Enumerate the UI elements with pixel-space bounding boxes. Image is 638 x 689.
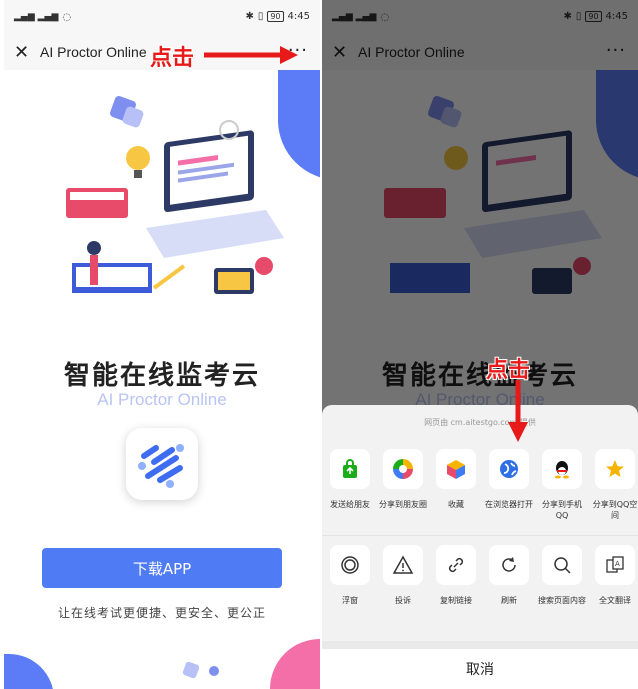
share-item-box bbox=[489, 545, 529, 585]
headline: 智能在线监考云 bbox=[63, 361, 260, 391]
share-item-open-in-browser[interactable]: 在浏览器打开 bbox=[483, 449, 535, 510]
clock: 4:45 bbox=[287, 11, 310, 22]
left-phone-screen: ▂▄▆ ▂▄▆ ◌ ✱ ▯ 90 4:45 ✕ AI Proctor Onlin… bbox=[4, 0, 320, 689]
favorite-cube-icon bbox=[447, 460, 465, 479]
close-icon[interactable]: ✕ bbox=[14, 42, 34, 63]
browser-icon bbox=[500, 460, 518, 478]
share-item-box bbox=[436, 545, 476, 585]
share-item-box bbox=[489, 449, 529, 489]
share-item-box bbox=[330, 449, 370, 489]
share-row-primary: 发送给朋友 分享到朋友圈 收藏 在浏览器打开 分享到手机QQ 分享到QQ空间 bbox=[322, 449, 638, 529]
share-item-box bbox=[542, 449, 582, 489]
qq-icon bbox=[555, 461, 569, 479]
cancel-button[interactable]: 取消 bbox=[322, 649, 638, 689]
share-item-box: A bbox=[595, 545, 635, 585]
share-item-translate[interactable]: A 全文翻译 bbox=[589, 545, 638, 606]
search-icon bbox=[554, 557, 571, 574]
decor-cubes bbox=[182, 661, 219, 679]
sheet-source-hint: 网页由 cm.aitestgo.com 提供 bbox=[424, 418, 536, 427]
share-item-box bbox=[542, 545, 582, 585]
wechat-bag-icon bbox=[343, 459, 357, 478]
right-phone-screen: ▂▄▆ ▂▄▆ ◌ ✱ ▯ 90 4:45 ✕ AI Proctor Onlin… bbox=[322, 0, 638, 689]
share-item-box bbox=[330, 545, 370, 585]
share-item-label: 全文翻译 bbox=[599, 596, 631, 605]
share-item-label: 发送给朋友 bbox=[330, 500, 370, 509]
row-divider bbox=[322, 535, 638, 536]
share-row-secondary: 浮窗 投诉 复制链接 刷新 搜索页面内容 A 全文翻译 bbox=[322, 545, 638, 625]
app-logo-icon bbox=[138, 444, 184, 488]
share-item-send-friend[interactable]: 发送给朋友 bbox=[324, 449, 376, 510]
decor-blob bbox=[4, 654, 54, 689]
share-item-qzone[interactable]: 分享到QQ空间 bbox=[589, 449, 638, 521]
download-app-button[interactable]: 下载APP bbox=[42, 548, 282, 588]
share-item-label: 复制链接 bbox=[440, 596, 472, 605]
share-item-label: 收藏 bbox=[448, 500, 464, 509]
share-item-label: 刷新 bbox=[501, 596, 517, 605]
share-item-label: 投诉 bbox=[395, 596, 411, 605]
share-item-copy-link[interactable]: 复制链接 bbox=[430, 545, 482, 606]
share-item-box bbox=[383, 545, 423, 585]
svg-text:A: A bbox=[615, 560, 620, 568]
share-item-float-window[interactable]: 浮窗 bbox=[324, 545, 376, 606]
tagline: 让在线考试更便捷、更安全、更公正 bbox=[57, 606, 266, 620]
tap-annotation-label: 点击 bbox=[150, 46, 195, 71]
share-sheet: 网页由 cm.aitestgo.com 提供 发送给朋友 分享到朋友圈 收藏 在… bbox=[322, 405, 638, 689]
status-bar: ▂▄▆ ▂▄▆ ◌ ✱ ▯ 90 4:45 bbox=[4, 0, 320, 34]
subtitle: AI Proctor Online bbox=[97, 390, 227, 409]
notification-icon: ◌ bbox=[62, 11, 72, 23]
share-item-qq[interactable]: 分享到手机QQ bbox=[536, 449, 588, 521]
share-item-label: 在浏览器打开 bbox=[485, 500, 533, 509]
share-item-search-page[interactable]: 搜索页面内容 bbox=[536, 545, 588, 606]
decor-blob bbox=[270, 639, 320, 689]
share-item-label: 分享到朋友圈 bbox=[379, 500, 427, 509]
annotation-arrow-right bbox=[204, 46, 298, 64]
share-item-label: 分享到QQ空间 bbox=[592, 500, 638, 520]
link-icon bbox=[448, 557, 464, 573]
app-logo bbox=[126, 428, 198, 500]
share-item-box bbox=[383, 449, 423, 489]
share-item-report[interactable]: 投诉 bbox=[377, 545, 429, 606]
share-item-box bbox=[436, 449, 476, 489]
qzone-star-icon bbox=[606, 460, 624, 477]
bluetooth-icon: ✱ bbox=[245, 11, 254, 22]
warning-icon bbox=[392, 555, 414, 574]
moments-icon bbox=[393, 459, 413, 479]
decor-blob bbox=[278, 70, 320, 180]
landing-page: 智能在线监考云 AI Proctor Online 下载APP 让在线考试更便捷… bbox=[4, 70, 320, 689]
float-window-icon bbox=[341, 556, 359, 574]
share-item-label: 分享到手机QQ bbox=[542, 500, 582, 520]
page-title: AI Proctor Online bbox=[40, 44, 147, 60]
online-exam-illustration bbox=[66, 96, 284, 294]
refresh-icon bbox=[502, 557, 516, 572]
cancel-divider bbox=[322, 641, 638, 649]
share-item-moments[interactable]: 分享到朋友圈 bbox=[377, 449, 429, 510]
share-item-label: 浮窗 bbox=[342, 596, 358, 605]
share-item-box bbox=[595, 449, 635, 489]
battery-indicator: 90 bbox=[267, 11, 284, 22]
translate-icon: A bbox=[606, 556, 624, 573]
share-item-refresh[interactable]: 刷新 bbox=[483, 545, 535, 606]
annotation-arrow-down bbox=[508, 380, 528, 442]
share-item-favorite[interactable]: 收藏 bbox=[430, 449, 482, 510]
signal-icon: ▂▄▆ ▂▄▆ bbox=[14, 12, 59, 22]
share-item-label: 搜索页面内容 bbox=[538, 596, 586, 605]
vibrate-icon: ▯ bbox=[257, 11, 264, 22]
